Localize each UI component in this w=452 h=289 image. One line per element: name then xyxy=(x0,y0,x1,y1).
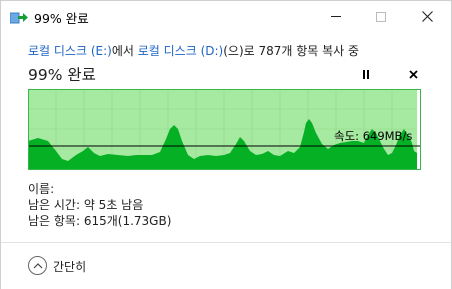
fewer-details-button[interactable] xyxy=(28,256,47,275)
destination-link[interactable]: 로컬 디스크 (D:) xyxy=(138,44,223,58)
items-remaining: 남은 항목: 615개(1.73GB) xyxy=(28,214,172,228)
pause-icon xyxy=(363,69,365,79)
maximize-icon xyxy=(376,11,386,22)
fewer-details-label[interactable]: 간단히 xyxy=(53,258,86,275)
maximize-button[interactable] xyxy=(358,1,404,32)
source-link[interactable]: 로컬 디스크 (E:) xyxy=(28,44,112,58)
progress-title: 99% 완료 xyxy=(28,66,96,84)
cancel-icon xyxy=(408,69,418,79)
chevron-up-icon xyxy=(33,263,42,269)
footer: 간단히 xyxy=(1,243,451,289)
copy-progress-dialog: 99% 완료 로컬 디스크 (E:)에서 로컬 디스크 (D:)(으)로 787… xyxy=(0,0,452,289)
close-icon xyxy=(421,11,433,22)
file-move-icon xyxy=(10,12,28,24)
minimize-button[interactable] xyxy=(313,1,359,32)
time-remaining: 남은 시간: 약 5초 남음 xyxy=(28,198,144,212)
pause-button[interactable] xyxy=(357,65,375,83)
speed-label: 속도: 649MB/s xyxy=(334,129,413,143)
destination-suffix: (으)로 787개 항목 복사 중 xyxy=(223,44,360,58)
close-button[interactable] xyxy=(404,1,450,32)
cancel-button[interactable] xyxy=(404,65,422,83)
source-suffix: 에서 xyxy=(111,44,138,58)
minimize-icon xyxy=(331,16,341,17)
window-title: 99% 완료 xyxy=(34,11,89,26)
title-bar[interactable]: 99% 완료 xyxy=(1,1,451,32)
copy-description: 로컬 디스크 (E:)에서 로컬 디스크 (D:)(으)로 787개 항목 복사… xyxy=(28,42,359,59)
name-label: 이름: xyxy=(28,182,55,196)
